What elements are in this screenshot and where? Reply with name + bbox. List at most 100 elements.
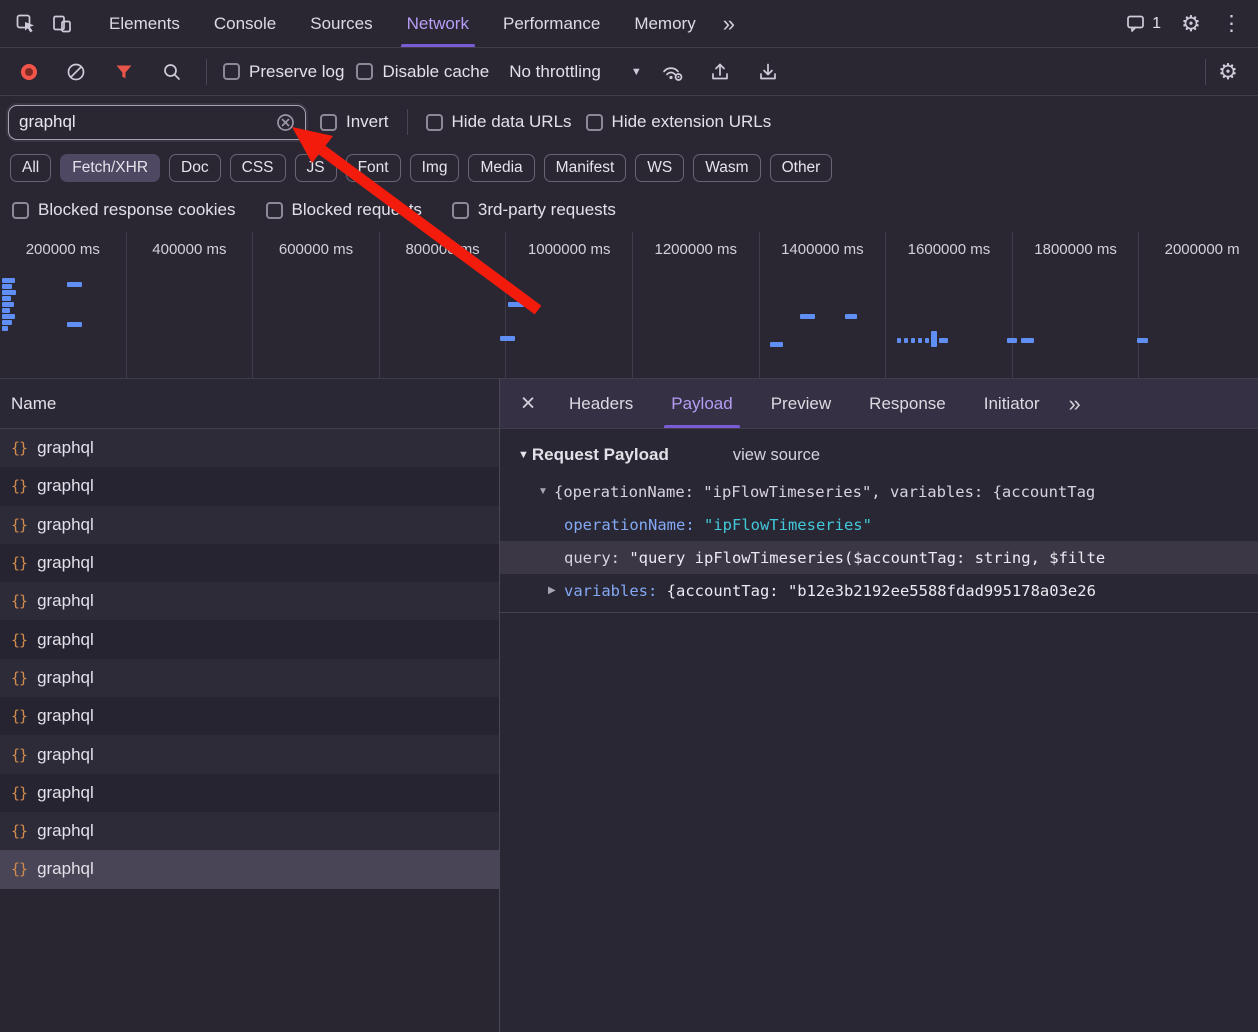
json-file-icon: {} bbox=[11, 822, 27, 840]
invert-checkbox[interactable]: Invert bbox=[320, 112, 389, 132]
detail-tab-headers[interactable]: Headers bbox=[550, 379, 652, 428]
clear-network-log-icon[interactable] bbox=[58, 54, 94, 90]
network-conditions-icon[interactable] bbox=[654, 54, 690, 90]
filter-chip-wasm[interactable]: Wasm bbox=[693, 154, 760, 182]
network-settings-group: ⚙ bbox=[1201, 54, 1246, 90]
throttling-select[interactable]: No throttling ▼ bbox=[509, 62, 642, 82]
view-source-link[interactable]: view source bbox=[733, 446, 820, 465]
payload-operation-line[interactable]: operationName: "ipFlowTimeseries" bbox=[500, 508, 1258, 541]
tab-network[interactable]: Network bbox=[390, 0, 486, 47]
request-bar bbox=[2, 296, 11, 301]
filter-chip-manifest[interactable]: Manifest bbox=[544, 154, 627, 182]
filter-divider bbox=[407, 109, 408, 135]
section-title: Request Payload bbox=[532, 445, 669, 465]
blocked-response-cookies-checkbox[interactable]: Blocked response cookies bbox=[12, 200, 236, 220]
detail-tab-preview[interactable]: Preview bbox=[752, 379, 850, 428]
inspect-element-icon[interactable] bbox=[8, 6, 44, 42]
hide-extension-urls-checkbox[interactable]: Hide extension URLs bbox=[586, 112, 772, 132]
request-row[interactable]: {}graphql bbox=[0, 467, 499, 505]
hide-data-urls-label: Hide data URLs bbox=[452, 112, 572, 132]
more-tabs-icon[interactable]: » bbox=[713, 11, 745, 37]
request-row[interactable]: {}graphql bbox=[0, 429, 499, 467]
tab-memory[interactable]: Memory bbox=[617, 0, 712, 47]
json-file-icon: {} bbox=[11, 439, 27, 457]
disable-cache-checkbox[interactable]: Disable cache bbox=[356, 62, 489, 82]
network-filter-row: Invert Hide data URLs Hide extension URL… bbox=[0, 96, 1258, 148]
payload-query-line[interactable]: query: "query ipFlowTimeseries($accountT… bbox=[500, 541, 1258, 574]
json-file-icon: {} bbox=[11, 784, 27, 802]
tab-sources[interactable]: Sources bbox=[293, 0, 389, 47]
filter-chip-other[interactable]: Other bbox=[770, 154, 833, 182]
detail-tab-response[interactable]: Response bbox=[850, 379, 965, 428]
filter-chip-all[interactable]: All bbox=[10, 154, 51, 182]
record-network-log-button[interactable] bbox=[21, 64, 37, 80]
export-har-icon[interactable] bbox=[702, 54, 738, 90]
json-file-icon: {} bbox=[11, 516, 27, 534]
filter-chip-img[interactable]: Img bbox=[410, 154, 460, 182]
network-overview-timeline[interactable]: 200000 ms400000 ms600000 ms800000 ms1000… bbox=[0, 232, 1258, 379]
clear-filter-icon[interactable] bbox=[276, 113, 295, 132]
tab-elements[interactable]: Elements bbox=[92, 0, 197, 47]
detail-tab-strip: HeadersPayloadPreviewResponseInitiator bbox=[550, 379, 1058, 428]
device-toolbar-icon[interactable] bbox=[44, 6, 80, 42]
invert-label: Invert bbox=[346, 112, 389, 132]
request-bar bbox=[939, 338, 948, 343]
request-bar bbox=[925, 338, 929, 343]
import-har-icon[interactable] bbox=[750, 54, 786, 90]
search-icon[interactable] bbox=[154, 54, 190, 90]
operation-key: operationName: bbox=[564, 516, 704, 534]
request-bar bbox=[2, 284, 12, 289]
preserve-log-checkbox[interactable]: Preserve log bbox=[223, 62, 344, 82]
detail-tab-initiator[interactable]: Initiator bbox=[965, 379, 1059, 428]
more-detail-tabs-icon[interactable]: » bbox=[1058, 391, 1090, 417]
collapse-section-icon[interactable]: ▼ bbox=[518, 449, 529, 461]
payload-pane: ▼ Request Payload view source ▼ {operati… bbox=[500, 429, 1258, 613]
menu-icon[interactable]: ⋮ bbox=[1213, 13, 1250, 34]
blocked-requests-checkbox[interactable]: Blocked requests bbox=[266, 200, 422, 220]
filter-input[interactable] bbox=[19, 112, 268, 132]
expand-icon[interactable]: ▼ bbox=[538, 486, 554, 497]
filter-icon[interactable] bbox=[106, 54, 142, 90]
request-row[interactable]: {}graphql bbox=[0, 506, 499, 544]
request-row[interactable]: {} graphql bbox=[0, 774, 499, 812]
checkbox-icon bbox=[266, 202, 283, 219]
request-row[interactable]: {}graphql bbox=[0, 620, 499, 658]
request-row[interactable]: {}graphql bbox=[0, 582, 499, 620]
filter-chip-css[interactable]: CSS bbox=[230, 154, 286, 182]
checkbox-icon bbox=[356, 63, 373, 80]
request-name: graphql bbox=[37, 859, 94, 879]
network-settings-icon[interactable]: ⚙ bbox=[1210, 54, 1246, 90]
filter-chip-doc[interactable]: Doc bbox=[169, 154, 221, 182]
filter-chip-fetch-xhr[interactable]: Fetch/XHR bbox=[60, 154, 160, 182]
close-details-icon[interactable]: × bbox=[506, 391, 550, 416]
request-row[interactable]: {}graphql bbox=[0, 812, 499, 850]
request-details-panel: × HeadersPayloadPreviewResponseInitiator… bbox=[500, 379, 1258, 1032]
checkbox-label: Blocked response cookies bbox=[38, 200, 236, 220]
filter-chip-ws[interactable]: WS bbox=[635, 154, 684, 182]
tab-console[interactable]: Console bbox=[197, 0, 293, 47]
filter-chip-font[interactable]: Font bbox=[346, 154, 401, 182]
hide-data-urls-checkbox[interactable]: Hide data URLs bbox=[426, 112, 572, 132]
request-row[interactable]: {}graphql bbox=[0, 544, 499, 582]
hide-extension-urls-label: Hide extension URLs bbox=[612, 112, 772, 132]
devtools-tabbar: ElementsConsoleSourcesNetworkPerformance… bbox=[0, 0, 1258, 48]
3rd-party-requests-checkbox[interactable]: 3rd-party requests bbox=[452, 200, 616, 220]
tab-performance[interactable]: Performance bbox=[486, 0, 617, 47]
name-column-header[interactable]: Name bbox=[0, 379, 499, 429]
expand-icon[interactable]: ▶ bbox=[548, 585, 564, 596]
json-file-icon: {} bbox=[11, 669, 27, 687]
console-messages-indicator[interactable]: 1 bbox=[1125, 13, 1169, 34]
request-row[interactable]: {}graphql bbox=[0, 697, 499, 735]
request-row[interactable]: {}graphql bbox=[0, 659, 499, 697]
request-row[interactable]: {}graphql bbox=[0, 850, 499, 888]
detail-tab-payload[interactable]: Payload bbox=[652, 379, 751, 428]
settings-icon[interactable]: ⚙ bbox=[1173, 6, 1209, 42]
filter-chip-js[interactable]: JS bbox=[295, 154, 337, 182]
payload-root-line[interactable]: ▼ {operationName: "ipFlowTimeseries", va… bbox=[500, 475, 1258, 508]
filter-chip-media[interactable]: Media bbox=[468, 154, 534, 182]
request-name: graphql bbox=[37, 783, 94, 803]
payload-variables-line[interactable]: ▶ variables: {accountTag: "b12e3b2192ee5… bbox=[500, 574, 1258, 607]
tabbar-right-controls: 1 ⚙ ⋮ bbox=[1125, 6, 1250, 42]
request-bar bbox=[2, 320, 12, 325]
request-row[interactable]: {}graphql bbox=[0, 735, 499, 773]
